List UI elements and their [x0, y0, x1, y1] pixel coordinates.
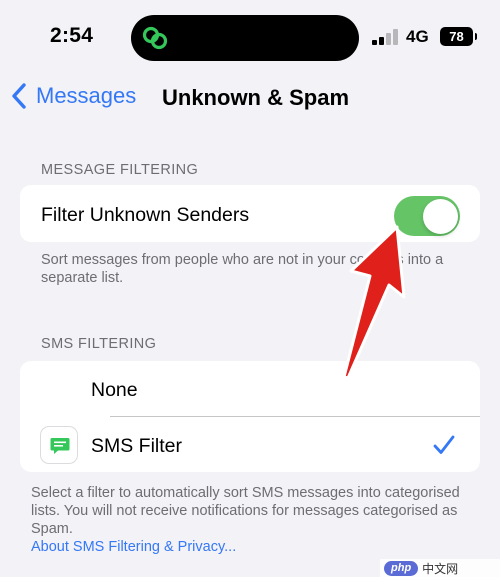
- sms-filtering-header: SMS FILTERING: [41, 336, 157, 352]
- status-time: 2:54: [50, 24, 94, 47]
- row-separator: [110, 416, 480, 417]
- toggle-knob: [422, 198, 458, 234]
- back-button-label: Messages: [36, 83, 137, 108]
- checkmark-icon: [433, 435, 455, 454]
- watermark: php 中文网: [380, 559, 500, 577]
- option-none[interactable]: None: [91, 379, 138, 402]
- battery-level: 78: [449, 29, 464, 44]
- page-title: Unknown & Spam: [162, 85, 350, 110]
- message-filtering-footer: Sort messages from people who are not in…: [41, 252, 444, 286]
- message-filtering-header: MESSAGE FILTERING: [41, 162, 199, 178]
- sms-filtering-footer: Select a filter to automatically sort SM…: [31, 484, 481, 556]
- sms-filter-app-icon: [40, 426, 78, 464]
- chevron-left-icon: [12, 83, 26, 109]
- about-sms-filtering-link[interactable]: About SMS Filtering & Privacy...: [31, 538, 481, 556]
- filter-unknown-senders-label: Filter Unknown Senders: [41, 204, 250, 226]
- sms-filtering-group: None SMS Filter: [20, 361, 480, 472]
- watermark-badge: php: [384, 560, 419, 576]
- back-button[interactable]: Messages: [10, 82, 136, 110]
- navigation-bar: Messages Unknown & Spam: [0, 76, 500, 120]
- message-filtering-group: Filter Unknown Senders: [20, 185, 480, 242]
- network-type: 4G: [406, 27, 429, 46]
- signal-icon: [372, 29, 398, 45]
- sms-filtering-footer-text: Select a filter to automatically sort SM…: [31, 485, 460, 537]
- status-bar: 2:54 4G 78: [0, 0, 500, 76]
- watermark-text: 中文网: [422, 561, 459, 576]
- link-icon: [142, 26, 168, 50]
- option-sms-filter[interactable]: SMS Filter: [91, 435, 182, 458]
- filter-unknown-senders-toggle[interactable]: [394, 196, 460, 236]
- battery-icon: 78: [440, 27, 477, 46]
- message-bubble-icon: [50, 438, 70, 454]
- dynamic-island: [131, 15, 359, 61]
